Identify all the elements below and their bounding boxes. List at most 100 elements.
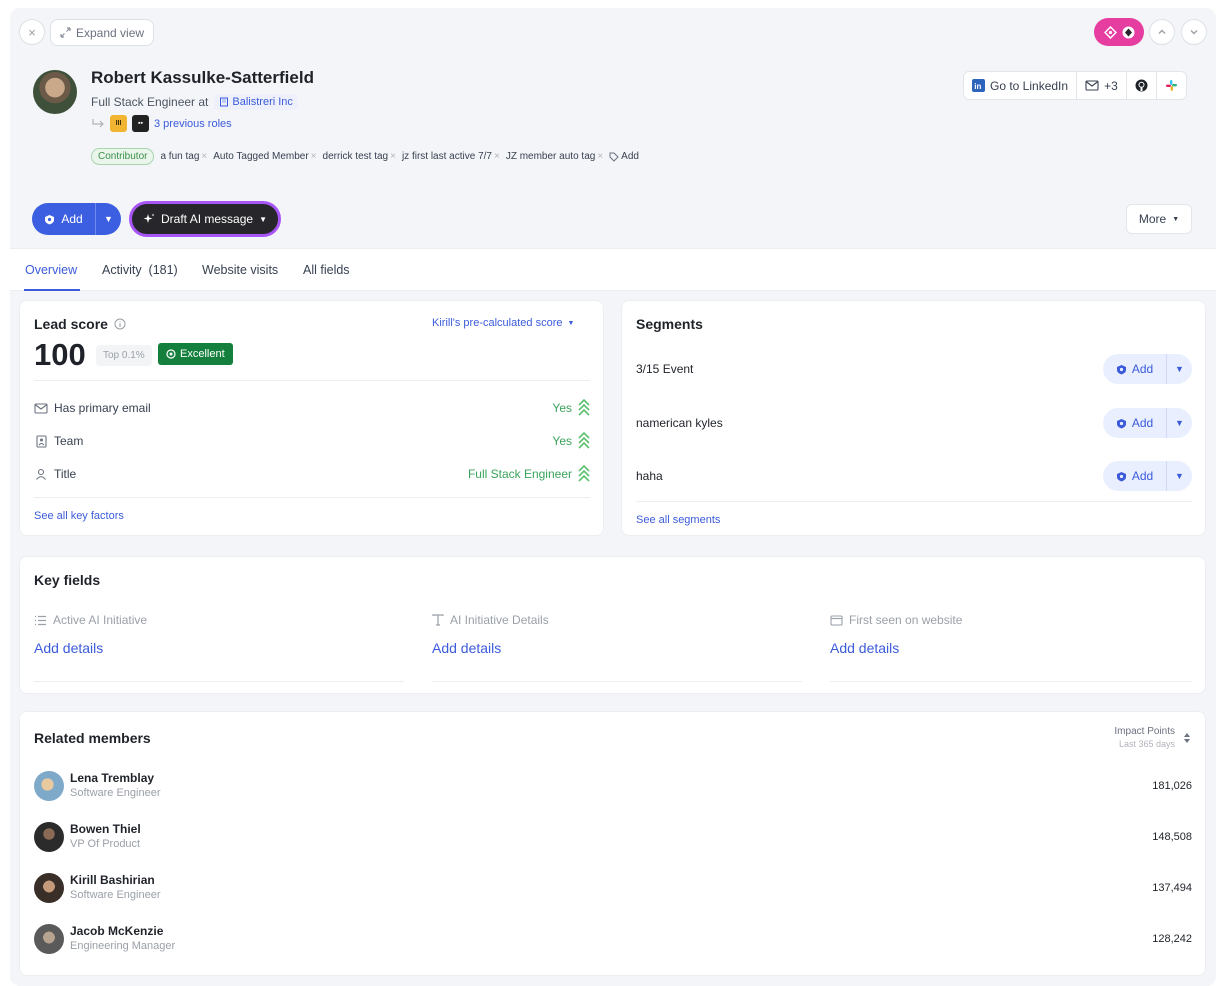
segment-add-main[interactable]: Add <box>1103 408 1167 438</box>
shield-icon <box>1116 364 1126 374</box>
member-panel: × Expand view Robert Kassulke-Satterfiel… <box>10 8 1216 986</box>
previous-roles-link[interactable]: 3 previous roles <box>154 118 232 130</box>
segment-row: haha Add ▼ <box>636 461 1192 491</box>
member-points: 128,242 <box>1152 933 1192 945</box>
member-name: Bowen Thiel <box>70 822 141 836</box>
tag-icon <box>609 152 619 162</box>
key-field-label-text: First seen on website <box>849 613 963 627</box>
key-fields-card: Key fields Active AI Initiative Add deta… <box>19 556 1206 694</box>
email-count: +3 <box>1104 78 1118 93</box>
github-button[interactable] <box>1127 72 1157 99</box>
company-logo-icon: III <box>110 115 127 132</box>
caret-down-icon: ▼ <box>567 319 575 327</box>
chevron-up-icon <box>1158 29 1166 34</box>
tag-item[interactable]: derrick test tag × <box>323 151 396 162</box>
factor-value: Yes <box>552 399 590 417</box>
see-all-key-factors-link[interactable]: See all key factors <box>34 510 124 522</box>
rating-label: Excellent <box>180 348 225 360</box>
segment-row: 3/15 Event Add ▼ <box>636 354 1192 384</box>
next-record-button[interactable] <box>1181 19 1207 45</box>
svg-text:in: in <box>974 82 981 91</box>
factor-row: Has primary email Yes <box>34 399 590 417</box>
previous-record-button[interactable] <box>1149 19 1175 45</box>
tag-item[interactable]: jz first last active 7/7 × <box>402 151 500 162</box>
remove-tag-icon[interactable]: × <box>201 151 207 162</box>
member-row[interactable]: Kirill Bashirian Software Engineer 137,4… <box>34 871 1192 907</box>
remove-tag-icon[interactable]: × <box>390 151 396 162</box>
info-icon[interactable] <box>114 318 126 330</box>
member-name: Robert Kassulke-Satterfield <box>91 68 314 87</box>
slack-icon <box>1165 80 1177 91</box>
segment-add-button[interactable]: Add ▼ <box>1103 354 1192 384</box>
add-tag-label: Add <box>621 151 639 162</box>
segment-add-button[interactable]: Add ▼ <box>1103 408 1192 438</box>
caret-down-icon: ▼ <box>1172 215 1180 223</box>
puzzle-icon <box>1103 25 1117 39</box>
close-button[interactable]: × <box>19 19 45 45</box>
person-icon <box>34 467 48 481</box>
see-all-segments-link[interactable]: See all segments <box>636 514 720 526</box>
segment-add-main[interactable]: Add <box>1103 461 1167 491</box>
segment-add-main[interactable]: Add <box>1103 354 1167 384</box>
segment-add-dropdown[interactable]: ▼ <box>1167 461 1192 491</box>
tag-item[interactable]: Auto Tagged Member × <box>213 151 316 162</box>
team-icon <box>34 434 48 448</box>
member-row[interactable]: Lena Tremblay Software Engineer 181,026 <box>34 769 1192 805</box>
tab-website-visits[interactable]: Website visits <box>202 263 278 277</box>
tag-item[interactable]: JZ member auto tag × <box>506 151 603 162</box>
add-button[interactable]: Add ▼ <box>32 203 121 235</box>
more-label: More <box>1138 212 1167 226</box>
remove-tag-icon[interactable]: × <box>311 151 317 162</box>
tag-label: derrick test tag <box>322 151 389 162</box>
previous-roles: III ▪▪ 3 previous roles <box>91 115 232 132</box>
tab-activity[interactable]: Activity (181) <box>102 263 178 277</box>
email-button[interactable]: +3 <box>1077 72 1127 99</box>
expand-view-button[interactable]: Expand view <box>50 19 155 46</box>
strong-positive-icon <box>578 399 590 416</box>
extension-button[interactable] <box>1094 18 1144 46</box>
tag-item[interactable]: a fun tag × <box>160 151 207 162</box>
remove-tag-icon[interactable]: × <box>494 151 500 162</box>
close-icon: × <box>28 24 36 40</box>
remove-tag-icon[interactable]: × <box>597 151 603 162</box>
segment-add-dropdown[interactable]: ▼ <box>1167 354 1192 384</box>
add-button-main[interactable]: Add <box>32 203 96 235</box>
member-row[interactable]: Jacob McKenzie Engineering Manager 128,2… <box>34 922 1192 958</box>
slack-button[interactable] <box>1157 72 1186 99</box>
active-tab-indicator <box>24 289 80 291</box>
expand-icon <box>60 27 71 38</box>
member-points: 181,026 <box>1152 780 1192 792</box>
linkedin-button[interactable]: in Go to LinkedIn <box>964 72 1078 99</box>
segment-label: 3/15 Event <box>636 362 694 376</box>
key-field: AI Initiative Details Add details <box>432 613 802 656</box>
email-icon <box>34 401 48 415</box>
tab-all-fields[interactable]: All fields <box>303 263 350 277</box>
factor-value-text: Full Stack Engineer <box>467 467 572 481</box>
segment-add-label: Add <box>1131 469 1154 483</box>
add-details-link[interactable]: Add details <box>432 640 802 656</box>
score-model-select[interactable]: Kirill's pre-calculated score ▼ <box>432 317 574 329</box>
add-dropdown-toggle[interactable]: ▼ <box>96 203 121 235</box>
factor-value-text: Yes <box>552 434 572 448</box>
tag-contributor[interactable]: Contributor <box>91 148 155 165</box>
percentile-badge: Top 0.1% <box>96 345 152 366</box>
more-button[interactable]: More ▼ <box>1126 204 1192 234</box>
member-row[interactable]: Bowen Thiel VP Of Product 148,508 <box>34 820 1192 856</box>
key-fields-title: Key fields <box>34 572 101 588</box>
avatar <box>33 70 77 114</box>
sort-control[interactable]: Impact Points Last 365 days <box>1114 726 1191 749</box>
company-logo-icon: ▪▪ <box>132 115 149 132</box>
add-details-link[interactable]: Add details <box>34 640 404 656</box>
company-link[interactable]: Balistreri Inc <box>214 94 298 110</box>
lead-score-value: 100 <box>34 337 86 372</box>
draft-ai-message-button[interactable]: Draft AI message ▼ <box>129 201 281 237</box>
related-members-title: Related members <box>34 730 151 746</box>
segment-add-button[interactable]: Add ▼ <box>1103 461 1192 491</box>
rating-icon <box>166 349 176 359</box>
segment-add-dropdown[interactable]: ▼ <box>1167 408 1192 438</box>
factor-row: Team Yes <box>34 432 590 450</box>
add-details-link[interactable]: Add details <box>830 640 1200 656</box>
add-tag-button[interactable]: Add <box>609 151 639 162</box>
segments-card: Segments 3/15 Event Add ▼ namerican kyle… <box>621 300 1206 536</box>
tab-overview[interactable]: Overview <box>25 263 77 277</box>
